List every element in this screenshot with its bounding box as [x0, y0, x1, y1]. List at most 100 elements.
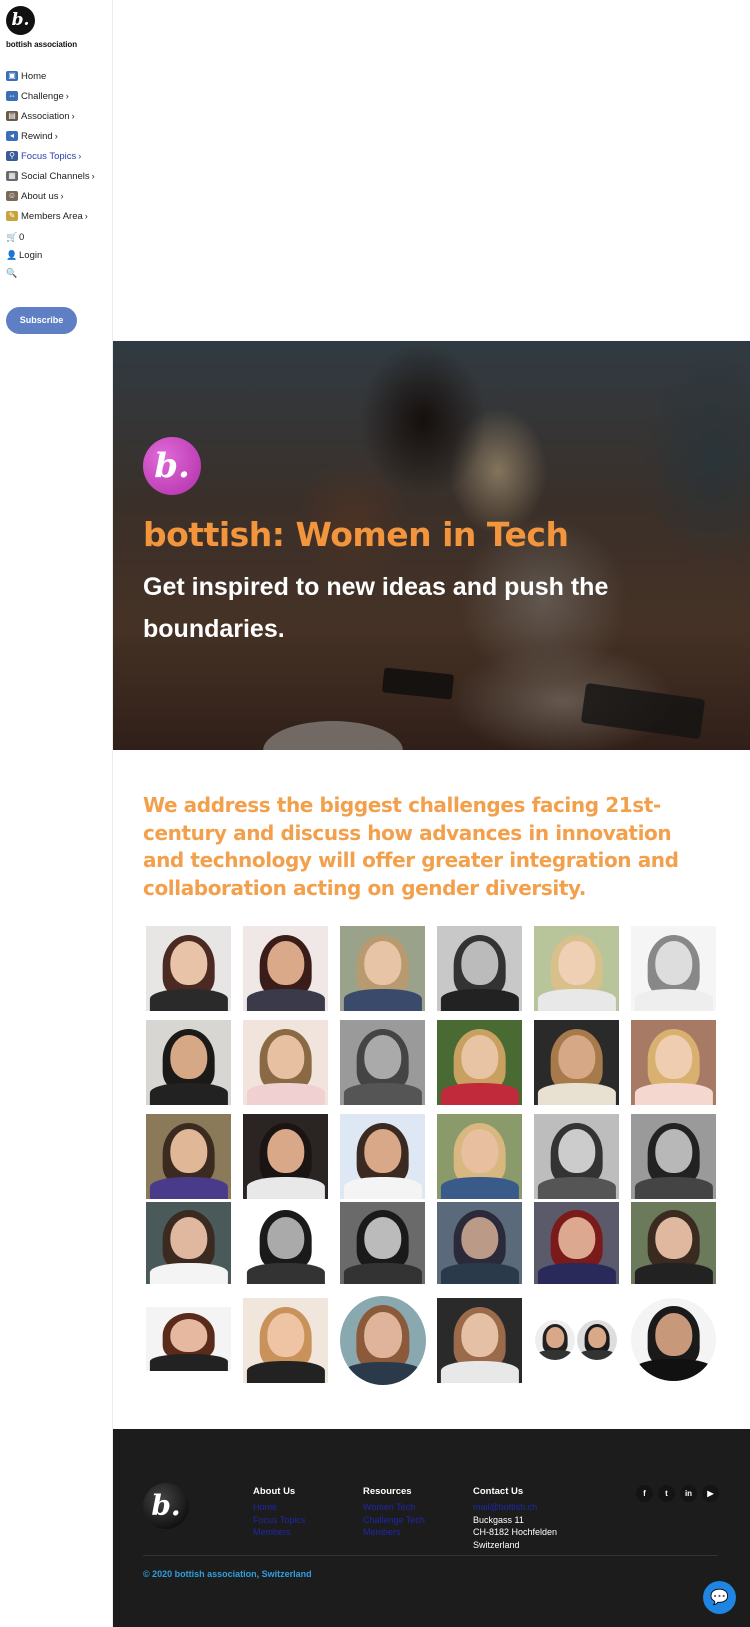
sidebar-item-home[interactable]: ▣ Home [6, 66, 95, 86]
hero-subtitle: Get inspired to new ideas and push the b… [143, 573, 609, 643]
footer-link-home[interactable]: Home [253, 1501, 305, 1514]
utility-nav: 🛒 0 👤 Login 🔍 [6, 228, 42, 282]
cart-icon: 🛒 [6, 231, 18, 242]
main-nav: ▣ Home ⇔ Challenge › ▤ Association › ◂ Rewind › ⚲ Fo… [6, 66, 95, 226]
footer-link-resources-members[interactable]: Members [363, 1526, 425, 1539]
mission-statement: We address the biggest challenges facing… [143, 793, 679, 900]
footer: b. About Us Home Focus Topics Members Re… [113, 1429, 750, 1627]
speaker-photo [577, 1320, 617, 1360]
sidebar-item-label: Home [21, 70, 47, 82]
speaker-photo [340, 1020, 425, 1105]
chevron-right-icon: › [91, 171, 95, 181]
association-icon: ▤ [6, 111, 18, 121]
footer-about: About Us Home Focus Topics Members [253, 1486, 305, 1539]
footer-email-link[interactable]: mail@bottish.ch [473, 1501, 557, 1514]
hero-title: bottish: Women in Tech [143, 515, 569, 554]
brand-name[interactable]: bottish association [6, 40, 77, 49]
footer-about-heading: About Us [253, 1486, 296, 1497]
speaker-photo [631, 1020, 716, 1105]
chevron-right-icon: › [71, 111, 75, 121]
sidebar-item-about-us[interactable]: ☺ About us › [6, 186, 95, 206]
sidebar-item-association[interactable]: ▤ Association › [6, 106, 95, 126]
cart-link[interactable]: 🛒 0 [6, 228, 42, 246]
speaker-photo [534, 1020, 619, 1105]
chevron-right-icon: › [65, 91, 69, 101]
speaker-photo [243, 1202, 328, 1284]
speaker-photo [437, 1114, 522, 1199]
social-links: f t in ▶ [636, 1485, 719, 1502]
linkedin-icon[interactable]: in [680, 1485, 697, 1502]
cart-count: 0 [19, 231, 25, 243]
subscribe-button[interactable]: Subscribe [6, 307, 77, 334]
speaker-photo [631, 926, 716, 1011]
youtube-icon[interactable]: ▶ [702, 1485, 719, 1502]
speaker-photo [437, 926, 522, 1011]
brand-logo[interactable]: b. [6, 6, 35, 35]
chat-bubble-icon[interactable]: 💬 [703, 1581, 736, 1614]
magnifier-icon: ⚲ [6, 151, 18, 161]
search-icon: 🔍 [6, 267, 18, 278]
home-icon: ▣ [6, 71, 18, 81]
footer-contact: Contact Us mail@bottish.ch Buckgass 11 C… [473, 1486, 557, 1551]
sidebar-item-label: Association [21, 110, 70, 122]
sidebar-item-label: About us [21, 190, 59, 202]
speaker-photo [340, 926, 425, 1011]
speaker-photo [243, 1298, 328, 1383]
user-icon: 👤 [6, 249, 18, 260]
footer-resources: Resources Women Tech Challenge Tech Memb… [363, 1486, 425, 1539]
speaker-photo [340, 1296, 426, 1385]
speaker-photo [243, 1020, 328, 1105]
speaker-photo [146, 1307, 231, 1371]
speaker-photo [535, 1320, 575, 1360]
speaker-photo [146, 1202, 231, 1284]
challenge-icon: ⇔ [6, 91, 18, 101]
footer-link-members[interactable]: Members [253, 1526, 305, 1539]
sidebar-item-label: Focus Topics [21, 150, 77, 162]
speaker-photo [534, 1202, 619, 1284]
speaker-photo [146, 1020, 231, 1105]
footer-link-women-tech[interactable]: Women Tech [363, 1501, 425, 1514]
speaker-photo [631, 1298, 716, 1381]
sidebar-item-social-channels[interactable]: ▦ Social Channels › [6, 166, 95, 186]
speaker-photo [340, 1114, 425, 1199]
search-button[interactable]: 🔍 [6, 264, 42, 282]
speaker-photo [534, 926, 619, 1011]
speaker-photo [437, 1298, 522, 1383]
sidebar-item-members-area[interactable]: ✎ Members Area › [6, 206, 95, 226]
chevron-right-icon: › [84, 211, 88, 221]
footer-link-focus-topics[interactable]: Focus Topics [253, 1514, 305, 1527]
about-icon: ☺ [6, 191, 18, 201]
chevron-right-icon: › [54, 131, 58, 141]
speaker-photo [146, 926, 231, 1011]
sidebar-item-label: Social Channels [21, 170, 90, 182]
chevron-right-icon: › [60, 191, 64, 201]
sidebar: b. bottish association ▣ Home ⇔ Challenge › ▤… [0, 0, 113, 1627]
rewind-icon: ◂ [6, 131, 18, 141]
sidebar-item-focus-topics[interactable]: ⚲ Focus Topics › [6, 146, 95, 166]
footer-link-challenge-tech[interactable]: Challenge Tech [363, 1514, 425, 1527]
footer-contact-heading: Contact Us [473, 1486, 524, 1497]
twitter-icon[interactable]: t [658, 1485, 675, 1502]
hero-banner: b. bottish: Women in Tech Get inspired t… [113, 341, 750, 750]
sidebar-item-rewind[interactable]: ◂ Rewind › [6, 126, 95, 146]
footer-country: Switzerland [473, 1539, 520, 1550]
members-icon: ✎ [6, 211, 18, 221]
facebook-icon[interactable]: f [636, 1485, 653, 1502]
sidebar-item-challenge[interactable]: ⇔ Challenge › [6, 86, 95, 106]
speaker-photo [631, 1114, 716, 1199]
copyright: © 2020 bottish association, Switzerland [143, 1569, 312, 1579]
footer-city: CH-8182 Hochfelden [473, 1527, 558, 1537]
speaker-photo [340, 1202, 425, 1284]
login-link[interactable]: 👤 Login [6, 246, 42, 264]
speaker-photo [534, 1114, 619, 1199]
social-icon: ▦ [6, 171, 18, 181]
speaker-photo [437, 1020, 522, 1105]
sidebar-item-label: Members Area [21, 210, 83, 222]
speaker-photo [437, 1202, 522, 1284]
chevron-right-icon: › [78, 151, 82, 161]
login-label: Login [19, 249, 43, 261]
speaker-photo [243, 1114, 328, 1199]
footer-street: Buckgass 11 [473, 1514, 524, 1525]
footer-logo[interactable]: b. [143, 1483, 189, 1529]
footer-resources-heading: Resources [363, 1486, 412, 1497]
